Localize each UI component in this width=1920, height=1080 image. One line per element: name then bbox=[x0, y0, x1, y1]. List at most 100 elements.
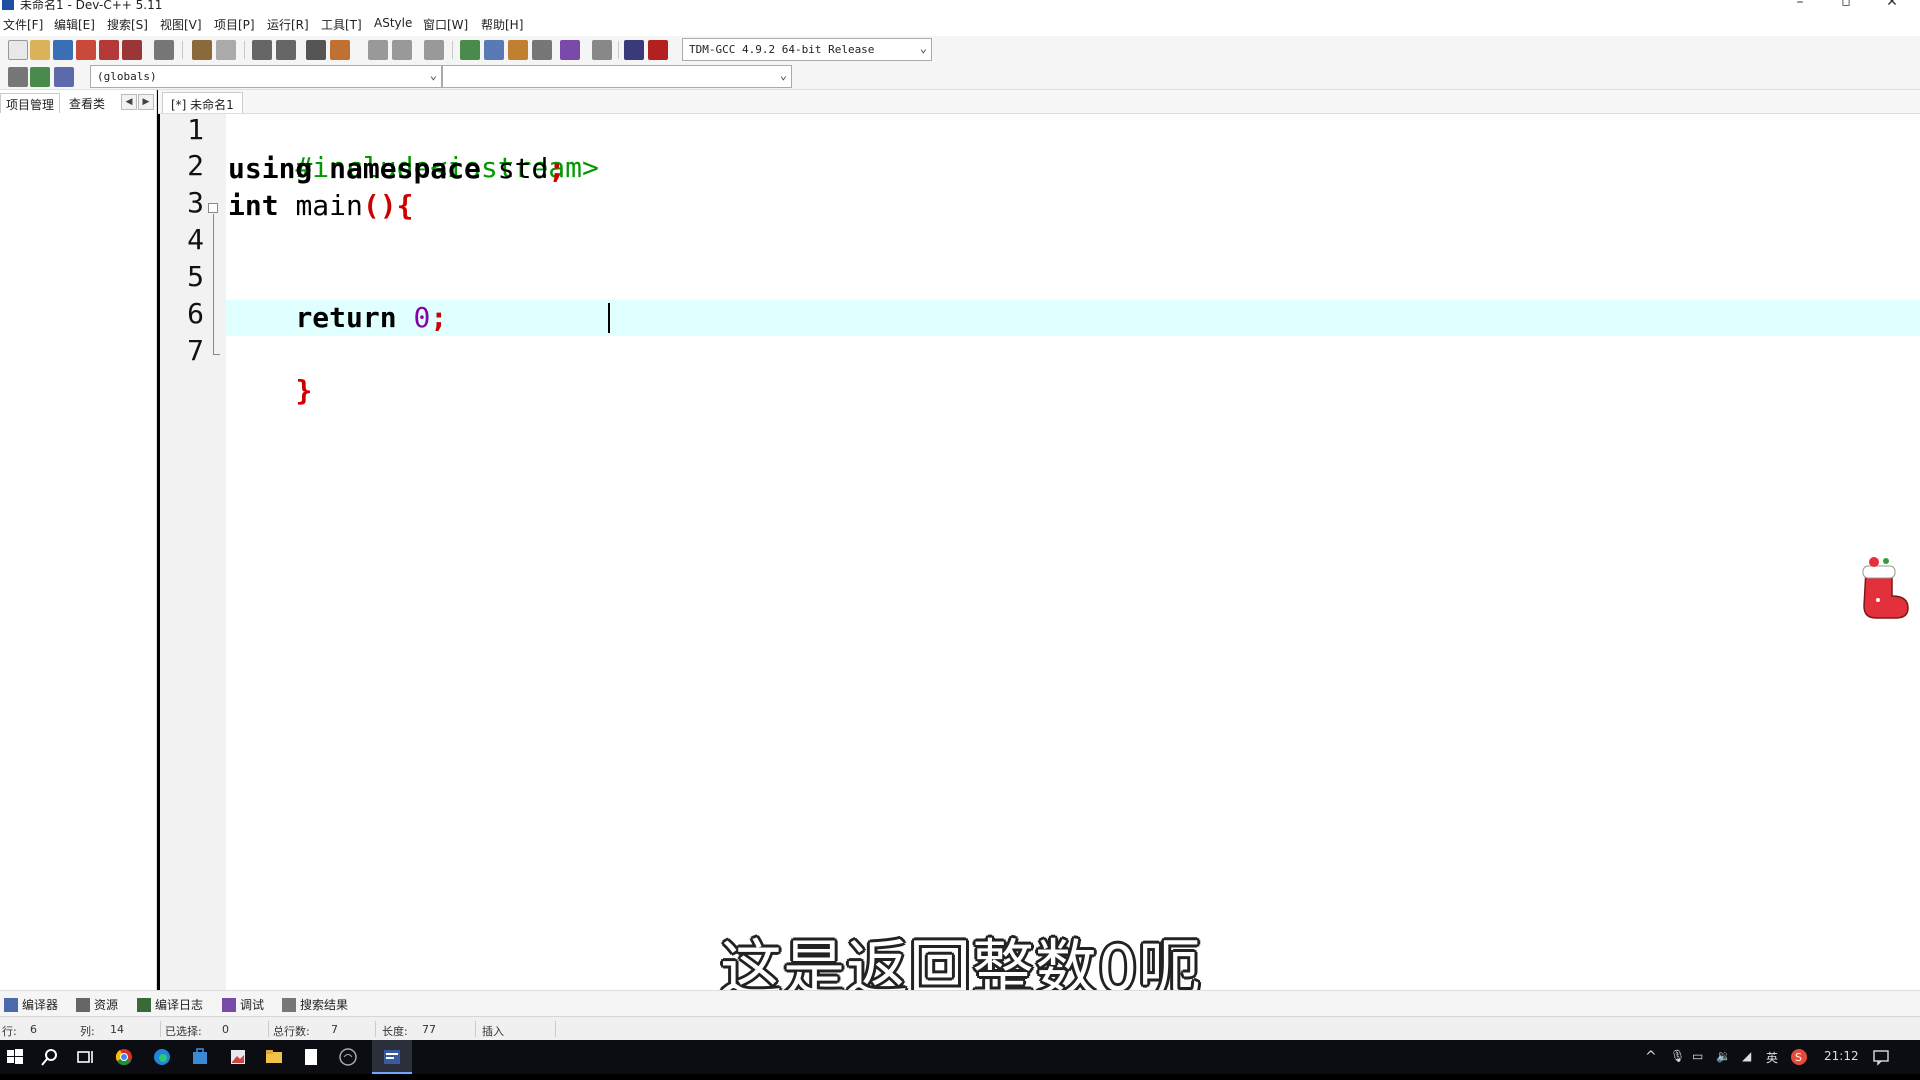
goto-icon[interactable] bbox=[54, 67, 74, 87]
symbol-select[interactable]: ⌄ bbox=[442, 65, 792, 88]
status-separator bbox=[555, 1021, 556, 1037]
profile-icon[interactable] bbox=[624, 40, 644, 60]
store-icon[interactable] bbox=[190, 1047, 210, 1067]
menu-project[interactable]: 项目[P] bbox=[214, 16, 255, 33]
fold-toggle-icon[interactable] bbox=[208, 203, 218, 213]
edge-icon[interactable] bbox=[152, 1047, 172, 1067]
network-icon[interactable]: ◢ bbox=[1742, 1049, 1751, 1063]
clock-time[interactable]: 21:12 bbox=[1824, 1049, 1859, 1063]
chevron-down-icon: ⌄ bbox=[779, 68, 787, 82]
menu-astyle[interactable]: AStyle bbox=[374, 16, 412, 30]
tab-resources[interactable]: 资源 bbox=[76, 996, 118, 1013]
tab-search-results[interactable]: 搜索结果 bbox=[282, 996, 348, 1013]
chrome-icon[interactable] bbox=[114, 1047, 134, 1067]
menu-edit[interactable]: 编辑[E] bbox=[54, 16, 95, 33]
menu-window[interactable]: 窗口[W] bbox=[423, 16, 468, 33]
redo-icon[interactable] bbox=[216, 40, 236, 60]
line-number: 4 bbox=[187, 223, 204, 256]
file-explorer-icon[interactable] bbox=[264, 1047, 284, 1067]
semicolon: ; bbox=[548, 152, 566, 185]
menu-help[interactable]: 帮助[H] bbox=[481, 16, 523, 33]
status-separator bbox=[375, 1021, 376, 1037]
open-file-icon[interactable] bbox=[30, 40, 50, 60]
line-number: 3 bbox=[187, 186, 204, 219]
rebuild-icon[interactable] bbox=[532, 40, 552, 60]
toolbar-separator bbox=[618, 41, 619, 59]
close-all-icon[interactable] bbox=[122, 40, 142, 60]
line-number: 2 bbox=[187, 149, 204, 182]
menu-view[interactable]: 视图[V] bbox=[160, 16, 202, 33]
stop-icon[interactable] bbox=[592, 40, 612, 60]
identifier-main: main bbox=[295, 189, 363, 222]
compile-icon[interactable] bbox=[460, 40, 480, 60]
tab-compile-log[interactable]: 编译日志 bbox=[137, 996, 203, 1013]
goto-next-icon[interactable] bbox=[392, 40, 412, 60]
tab-scroll-right-icon[interactable]: ▶ bbox=[138, 94, 154, 110]
line-number: 1 bbox=[187, 113, 204, 146]
code-line-2: using namespace std; bbox=[228, 151, 565, 187]
bookmark-icon[interactable] bbox=[424, 40, 444, 60]
tab-scroll-left-icon[interactable]: ◀ bbox=[121, 94, 137, 110]
goto-prev-icon[interactable] bbox=[368, 40, 388, 60]
status-insert-mode: 插入 bbox=[482, 1025, 504, 1038]
tab-class-browser[interactable]: 查看类 bbox=[64, 93, 110, 113]
code-line-3: int main(){ bbox=[228, 188, 413, 224]
microphone-icon[interactable]: 🎙 bbox=[1670, 1049, 1685, 1063]
compile-run-icon[interactable] bbox=[508, 40, 528, 60]
run-icon[interactable] bbox=[484, 40, 504, 60]
project-panel: 项目管理 查看类 ◀ ▶ bbox=[0, 90, 157, 990]
code-editor[interactable]: 1 2 3 4 5 6 7 #include<iostream> using n… bbox=[160, 113, 1920, 990]
windows-start-icon[interactable] bbox=[5, 1047, 25, 1067]
keyword-int: int bbox=[228, 189, 279, 222]
undo-icon[interactable] bbox=[192, 40, 212, 60]
status-selected-label: 已选择: bbox=[165, 1025, 202, 1038]
indent-icon[interactable] bbox=[306, 40, 326, 60]
task-view-icon[interactable] bbox=[75, 1047, 95, 1067]
editor-tab-untitled1[interactable]: [*] 未命名1 bbox=[162, 92, 243, 113]
new-file-icon[interactable] bbox=[8, 40, 28, 60]
tab-debug[interactable]: 调试 bbox=[222, 996, 264, 1013]
insert-icon[interactable] bbox=[8, 67, 28, 87]
open-brace: { bbox=[396, 189, 414, 222]
photos-icon[interactable] bbox=[228, 1047, 248, 1067]
minimize-button[interactable]: – bbox=[1780, 0, 1820, 10]
devcpp-app-icon bbox=[2, 0, 14, 10]
scope-select[interactable]: (globals) ⌄ bbox=[90, 65, 442, 88]
christmas-stocking-sticker-icon bbox=[1862, 557, 1909, 619]
find-icon[interactable] bbox=[252, 40, 272, 60]
chevron-down-icon: ⌄ bbox=[429, 68, 437, 82]
status-total-lines-label: 总行数: bbox=[273, 1025, 310, 1038]
menu-tools[interactable]: 工具[T] bbox=[321, 16, 362, 33]
input-language[interactable]: 英 bbox=[1766, 1049, 1778, 1066]
close-window-button[interactable]: ✕ bbox=[1872, 0, 1912, 10]
tab-compiler[interactable]: 编译器 bbox=[4, 996, 58, 1013]
compiler-select[interactable]: TDM-GCC 4.9.2 64-bit Release ⌄ bbox=[682, 38, 932, 61]
battery-icon[interactable]: ▭ bbox=[1692, 1049, 1703, 1063]
maximize-button[interactable]: ▫ bbox=[1826, 0, 1866, 10]
save-icon[interactable] bbox=[53, 40, 73, 60]
menu-run[interactable]: 运行[R] bbox=[267, 16, 309, 33]
chevron-up-icon[interactable]: ^ bbox=[1645, 1049, 1657, 1065]
volume-icon[interactable]: 🔉 bbox=[1716, 1049, 1731, 1063]
menu-search[interactable]: 搜索[S] bbox=[107, 16, 148, 33]
status-selected-value: 0 bbox=[222, 1023, 229, 1036]
debug-icon[interactable] bbox=[648, 40, 668, 60]
syntax-check-icon[interactable] bbox=[560, 40, 580, 60]
notepad-icon[interactable] bbox=[301, 1047, 321, 1067]
print-icon[interactable] bbox=[154, 40, 174, 60]
app-circle-icon[interactable] bbox=[338, 1047, 358, 1067]
sogou-input-icon[interactable]: S bbox=[1790, 1048, 1808, 1066]
save-all-icon[interactable] bbox=[76, 40, 96, 60]
identifier-std: std bbox=[497, 152, 549, 185]
menu-file[interactable]: 文件[F] bbox=[3, 16, 43, 33]
search-icon[interactable] bbox=[40, 1047, 60, 1067]
notification-center-icon[interactable] bbox=[1872, 1048, 1890, 1066]
line-number: 7 bbox=[187, 334, 204, 367]
status-length-value: 77 bbox=[422, 1023, 436, 1036]
unindent-icon[interactable] bbox=[330, 40, 350, 60]
tab-project-manager[interactable]: 项目管理 bbox=[0, 93, 61, 113]
toggle-icon[interactable] bbox=[30, 67, 50, 87]
close-file-icon[interactable] bbox=[99, 40, 119, 60]
replace-icon[interactable] bbox=[276, 40, 296, 60]
taskbar-devcpp-active[interactable] bbox=[372, 1040, 412, 1074]
